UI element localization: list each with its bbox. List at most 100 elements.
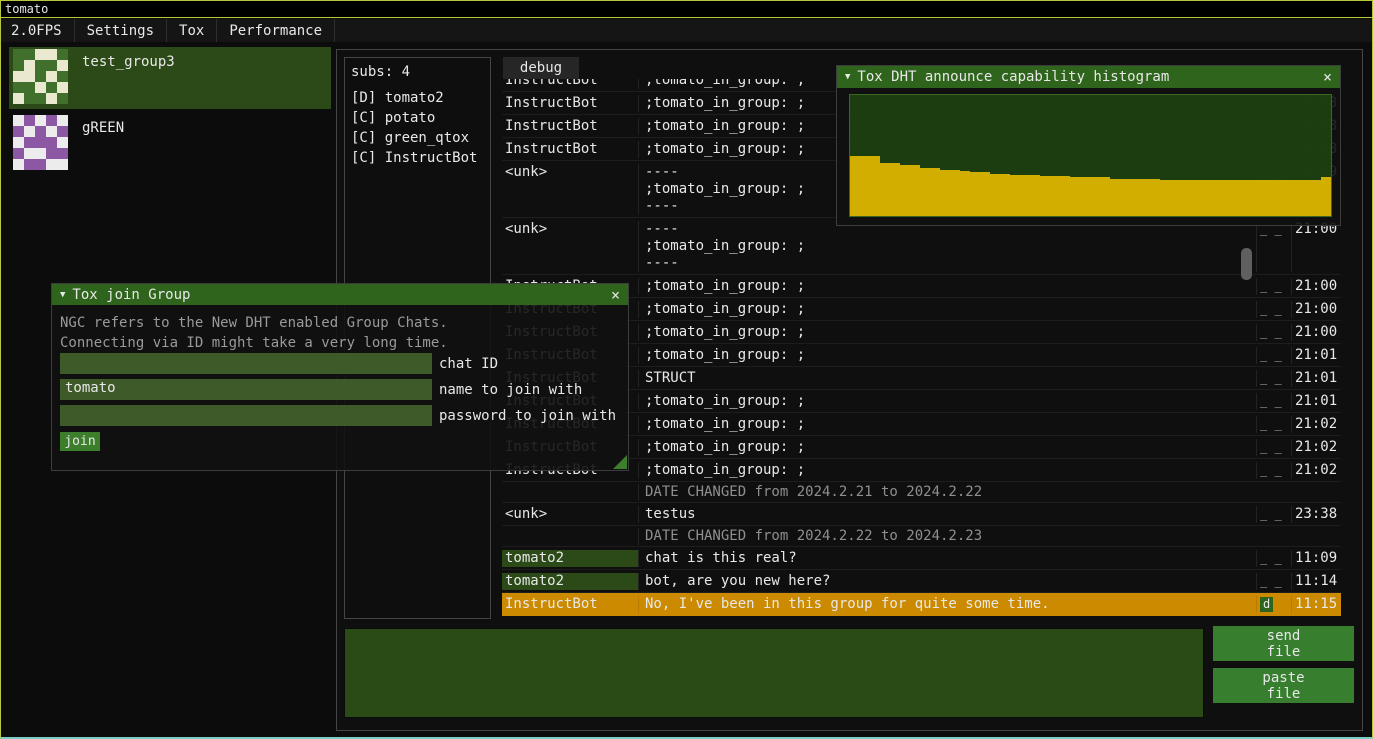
chat-id-input[interactable] — [60, 353, 432, 374]
message-sender: <unk> — [502, 221, 639, 272]
join-button[interactable]: join — [60, 432, 100, 451]
avatar-pixel — [13, 60, 24, 71]
avatar-pixel — [13, 71, 24, 82]
fps-counter: 2.0FPS — [11, 19, 75, 42]
message-row: InstructBotNo, I've been in this group f… — [502, 593, 1341, 616]
member-item[interactable]: [C] InstructBot — [351, 148, 484, 168]
message-text: ;tomato_in_group: ; — [639, 347, 1257, 364]
message-sender: tomato2 — [502, 550, 639, 567]
message-time: 21:02 — [1292, 462, 1341, 479]
message-row: <unk>----;tomato_in_group: ;----_ _21:00 — [502, 218, 1341, 275]
member-item[interactable]: [C] potato — [351, 108, 484, 128]
message-text: chat is this real? — [639, 550, 1257, 567]
avatar-pixel — [35, 71, 46, 82]
avatar-pixel — [57, 93, 68, 104]
message-text: ;tomato_in_group: ; — [639, 393, 1257, 410]
message-status: _ _ — [1257, 416, 1292, 433]
avatar-pixel — [35, 137, 46, 148]
collapse-arrow-icon[interactable]: ▼ — [845, 72, 850, 82]
histogram-bar — [960, 171, 970, 216]
histogram-body — [837, 88, 1340, 225]
close-icon[interactable]: × — [1323, 68, 1332, 86]
member-item[interactable]: [C] green_qtox — [351, 128, 484, 148]
histogram-bar — [1291, 180, 1301, 216]
avatar-pixel — [13, 159, 24, 170]
message-text: ;tomato_in_group: ; — [639, 439, 1257, 456]
histogram-bar — [1251, 180, 1261, 216]
histogram-bar — [1261, 180, 1271, 216]
histogram-bar — [1301, 180, 1311, 216]
app-window: tomato 2.0FPS Settings Tox Performance t… — [0, 0, 1373, 739]
close-icon[interactable]: × — [611, 286, 620, 304]
menu-tox[interactable]: Tox — [167, 19, 217, 42]
avatar-pixel — [57, 60, 68, 71]
avatar-pixel — [24, 71, 35, 82]
histogram-bar — [1020, 175, 1030, 216]
avatar-pixel — [57, 49, 68, 60]
group-item-gREEN[interactable]: gREEN — [9, 113, 331, 175]
avatar-pixel — [24, 93, 35, 104]
avatar-pixel — [13, 126, 24, 137]
join-password-input[interactable] — [60, 405, 432, 426]
histogram-bar — [1010, 175, 1020, 216]
message-row: tomato2bot, are you new here?_ _11:14 — [502, 570, 1341, 593]
avatar-pixel — [57, 82, 68, 93]
avatar-pixel — [35, 82, 46, 93]
avatar-pixel — [35, 159, 46, 170]
histogram-window: ▼ Tox DHT announce capability histogram … — [836, 65, 1341, 226]
menu-performance[interactable]: Performance — [217, 19, 335, 42]
avatar-pixel — [57, 115, 68, 126]
histogram-bar — [1211, 180, 1221, 216]
message-text: ;tomato_in_group: ; — [639, 278, 1257, 295]
send-file-button[interactable]: send file — [1213, 626, 1354, 661]
group-item-test_group3[interactable]: test_group3 — [9, 47, 331, 109]
message-input[interactable] — [344, 628, 1204, 718]
message-status: _ _ — [1257, 301, 1292, 318]
message-status: _ _ — [1257, 221, 1292, 272]
join-name-label: name to join with — [439, 382, 582, 398]
collapse-arrow-icon[interactable]: ▼ — [60, 290, 65, 300]
histogram-bar — [1321, 177, 1331, 216]
histogram-bar — [1281, 180, 1291, 216]
menu-settings[interactable]: Settings — [75, 19, 167, 42]
avatar-pixel — [46, 159, 57, 170]
system-message-text: DATE CHANGED from 2024.2.22 to 2024.2.23 — [639, 528, 1341, 545]
avatar-pixel — [24, 60, 35, 71]
join-name-input[interactable]: tomato — [60, 379, 432, 400]
message-sender: InstructBot — [502, 596, 639, 613]
message-status: _ _ — [1257, 393, 1292, 410]
avatar-pixel — [35, 115, 46, 126]
member-item[interactable]: [D] tomato2 — [351, 88, 484, 108]
resize-grip[interactable] — [613, 455, 627, 469]
subs-count: subs: 4 — [351, 64, 484, 80]
message-status: _ _ — [1257, 462, 1292, 479]
group-name: test_group3 — [82, 54, 175, 70]
system-message-row: DATE CHANGED from 2024.2.21 to 2024.2.22 — [502, 482, 1341, 503]
message-status: _ _ — [1257, 506, 1292, 523]
join-info-line-1: NGC refers to the New DHT enabled Group … — [60, 313, 620, 333]
message-sender: InstructBot — [502, 95, 639, 112]
histogram-bar — [1130, 179, 1140, 217]
message-time: 21:02 — [1292, 439, 1341, 456]
histogram-bar — [1060, 176, 1070, 216]
histogram-bar — [970, 172, 980, 216]
histogram-bar — [1271, 180, 1281, 216]
histogram-bar — [1110, 179, 1120, 217]
avatar-pixel — [35, 93, 46, 104]
window-titlebar: tomato — [1, 1, 1372, 18]
scrollbar-thumb[interactable] — [1241, 248, 1252, 280]
message-sender: InstructBot — [502, 118, 639, 135]
message-status: _ _ — [1257, 324, 1292, 341]
tab-debug[interactable]: debug — [503, 57, 579, 79]
message-sender: <unk> — [502, 164, 639, 215]
histogram-bar — [1120, 179, 1130, 217]
histogram-bar — [1090, 177, 1100, 216]
avatar-pixel — [46, 49, 57, 60]
avatar-pixel — [24, 159, 35, 170]
menu-bar: 2.0FPS Settings Tox Performance — [1, 19, 1372, 42]
avatar-pixel — [13, 137, 24, 148]
paste-file-button[interactable]: paste file — [1213, 668, 1354, 703]
message-status: _ _ — [1257, 550, 1292, 567]
avatar-pixel — [46, 115, 57, 126]
join-dialog-body: NGC refers to the New DHT enabled Group … — [52, 305, 628, 470]
